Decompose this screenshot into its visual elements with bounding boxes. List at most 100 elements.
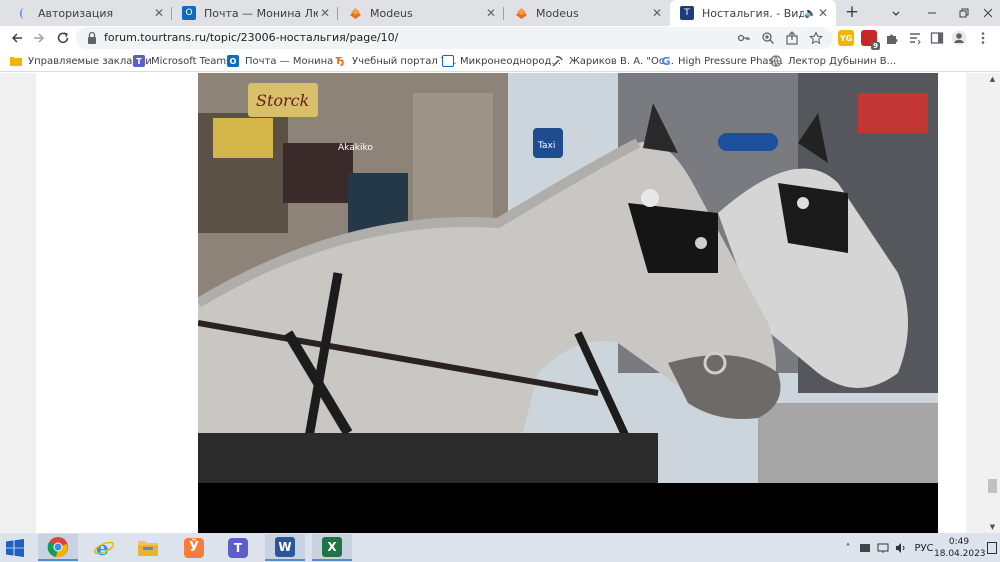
storck-sign-text: Storck	[256, 91, 309, 110]
forward-arrow-icon[interactable]	[30, 29, 48, 47]
taskbar-chrome[interactable]	[38, 534, 78, 561]
globe-icon	[770, 55, 782, 67]
taskbar-internet-explorer[interactable]: e	[84, 534, 124, 561]
page-scrollbar[interactable]: ▲ ▼	[985, 73, 1000, 533]
profile-avatar-icon[interactable]	[950, 29, 968, 47]
excel-icon: X	[322, 536, 342, 557]
tab-title: Modeus	[370, 6, 413, 20]
tray-security-icon[interactable]	[858, 540, 872, 556]
bookmark-micro[interactable]: Микронеоднород...	[442, 53, 561, 69]
clock-time: 0:49	[948, 537, 970, 547]
close-icon[interactable]: ✕	[484, 6, 498, 20]
speaker-icon[interactable]: 🔈	[804, 8, 816, 19]
tab-title: Авторизация	[38, 6, 114, 20]
tab-nostalgia[interactable]: T Ностальгия. - Видео - Фо 🔈 ✕	[670, 0, 836, 26]
portal-icon: Ђ	[334, 55, 346, 67]
bookmark-managed[interactable]: Управляемые закладки	[10, 53, 152, 69]
taskbar-excel[interactable]: X	[312, 534, 352, 561]
lock-icon	[88, 31, 96, 44]
teams-icon: T	[228, 537, 248, 558]
folder-icon	[10, 55, 22, 67]
folder-explorer-icon	[138, 540, 158, 556]
tray-network-icon[interactable]	[876, 540, 890, 556]
close-window-button[interactable]	[970, 0, 1000, 26]
bookmark-label: High Pressure Phas...	[678, 55, 784, 67]
bookmark-zharikov[interactable]: Жариков В. А. "Ос...	[551, 53, 674, 69]
modeus-icon	[514, 6, 528, 20]
tab-title: Почта — Монина Людмила Н	[204, 6, 318, 20]
close-icon[interactable]: ✕	[650, 6, 664, 20]
yandex-icon: Ў	[184, 537, 204, 558]
google-icon: G	[661, 54, 671, 68]
scroll-up-arrow-icon[interactable]: ▲	[988, 75, 997, 83]
modeus-icon	[348, 6, 362, 20]
doc-icon	[442, 55, 454, 67]
extension-yellow-icon[interactable]: YG	[838, 30, 854, 46]
back-arrow-icon[interactable]	[8, 29, 26, 47]
tray-clock[interactable]: 0:49 18.04.2023	[934, 536, 986, 560]
close-icon[interactable]: ✕	[318, 6, 332, 20]
windows-taskbar: e Ў T W X ˄ РУС 0:49 18.04.2023	[0, 533, 1000, 562]
close-icon[interactable]: ✕	[816, 6, 830, 20]
share-icon[interactable]	[784, 30, 800, 46]
taskbar-word[interactable]: W	[265, 534, 305, 561]
windows-start-icon[interactable]	[6, 539, 24, 557]
tab-authorization[interactable]: Авторизация ✕	[6, 0, 172, 26]
url-text: forum.tourtrans.ru/topic/23006-ностальги…	[104, 31, 399, 44]
bookmark-label: Лектор Дубынин В...	[788, 55, 897, 67]
tourtrans-icon: T	[680, 6, 694, 20]
bookmark-lektor[interactable]: Лектор Дубынин В...	[770, 53, 896, 69]
bookmark-high-pressure[interactable]: G High Pressure Phas...	[660, 53, 783, 69]
tab-modeus-2[interactable]: Modeus ✕	[504, 0, 670, 26]
notification-icon[interactable]	[986, 540, 998, 556]
reload-icon[interactable]	[54, 29, 72, 47]
teams-icon: T	[133, 55, 145, 67]
bookmark-portal[interactable]: Ђ Учебный портал Т...	[334, 53, 457, 69]
taskbar-file-explorer[interactable]	[128, 534, 168, 561]
tray-chevron-up-icon[interactable]: ˄	[842, 540, 854, 556]
pickaxe-icon	[551, 55, 563, 67]
video-player[interactable]: Storck Akakiko Taxi	[198, 73, 938, 533]
new-tab-button[interactable]: +	[843, 3, 861, 21]
clock-date: 18.04.2023	[934, 549, 986, 559]
tab-modeus-1[interactable]: Modeus ✕	[338, 0, 504, 26]
minimize-button[interactable]	[914, 0, 950, 26]
bookmark-label: Microsoft Teams	[151, 55, 232, 67]
taskbar-yandex[interactable]: Ў	[174, 534, 214, 561]
tab-title: Ностальгия. - Видео - Фо	[702, 6, 804, 20]
tab-mail[interactable]: O Почта — Монина Людмила Н ✕	[172, 0, 338, 26]
internet-explorer-icon: e	[94, 537, 114, 559]
puzzle-extensions-icon[interactable]	[883, 29, 901, 47]
star-bookmark-icon[interactable]	[808, 30, 824, 46]
outlook-icon: O	[182, 6, 196, 20]
akakiko-sign-text: Akakiko	[338, 143, 373, 153]
video-frame-image: Storck Akakiko Taxi	[198, 73, 938, 533]
menu-kebab-icon[interactable]	[974, 29, 992, 47]
scroll-thumb[interactable]	[988, 479, 997, 493]
browser-toolbar: forum.tourtrans.ru/topic/23006-ностальги…	[0, 26, 1000, 50]
close-icon[interactable]: ✕	[152, 6, 166, 20]
reading-list-icon[interactable]	[906, 29, 924, 47]
word-icon: W	[275, 536, 295, 557]
zoom-icon[interactable]	[760, 30, 776, 46]
address-bar[interactable]: forum.tourtrans.ru/topic/23006-ностальги…	[76, 27, 833, 49]
chevron-down-icon[interactable]	[878, 0, 914, 26]
outlook-icon: O	[227, 55, 239, 67]
extension-red-icon[interactable]: 9	[861, 30, 880, 50]
key-icon[interactable]	[736, 30, 752, 46]
scroll-down-arrow-icon[interactable]: ▼	[988, 523, 997, 531]
tab-strip: Авторизация ✕ O Почта — Монина Людмила Н…	[0, 0, 1000, 26]
bookmark-teams[interactable]: T Microsoft Teams	[133, 53, 231, 69]
tab-title: Modeus	[536, 6, 579, 20]
bookmark-label: Микронеоднород...	[460, 55, 561, 67]
tray-volume-icon[interactable]	[894, 540, 908, 556]
tray-language[interactable]: РУС	[914, 540, 934, 556]
bookmark-label: Жариков В. А. "Ос...	[569, 55, 674, 67]
bookmark-mail[interactable]: O Почта — Монина...	[227, 53, 343, 69]
bookmark-label: Учебный портал Т...	[352, 55, 457, 67]
taskbar-teams[interactable]: T	[218, 534, 258, 561]
extension-badge: 9	[871, 42, 880, 50]
globe-blue-icon	[16, 6, 30, 20]
chrome-icon	[47, 536, 68, 557]
side-panel-icon[interactable]	[928, 29, 946, 47]
